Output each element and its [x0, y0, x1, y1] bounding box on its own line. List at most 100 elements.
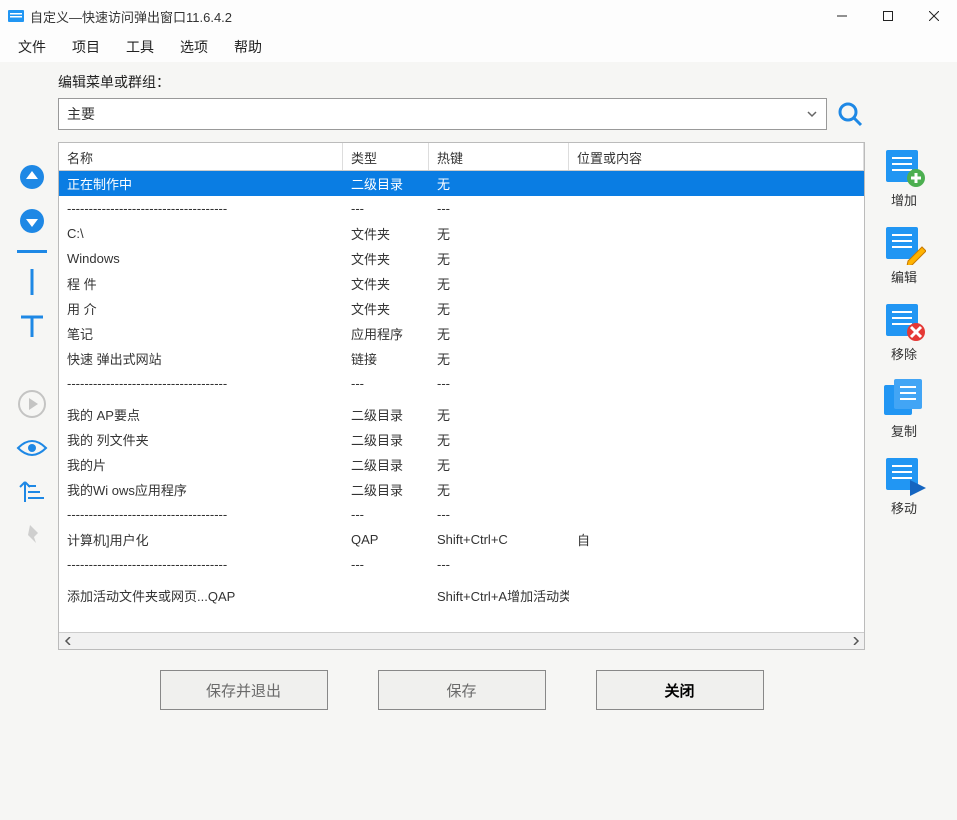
table-row[interactable]: C:\文件夹无 — [59, 221, 864, 246]
table-row[interactable]: 我的 列文件夹二级目录无 — [59, 427, 864, 452]
horizontal-scrollbar[interactable] — [59, 632, 864, 649]
cell-hotkey: 无 — [429, 430, 569, 449]
search-button[interactable] — [835, 99, 865, 129]
cell-name: C:\ — [59, 226, 343, 241]
eye-icon[interactable] — [15, 431, 49, 465]
sort-button[interactable] — [15, 475, 49, 509]
move-label: 移动 — [891, 498, 917, 517]
list-body[interactable]: 正在制作中二级目录无------------------------------… — [59, 171, 864, 632]
list-header: 名称 类型 热键 位置或内容 — [59, 143, 864, 171]
items-list[interactable]: 名称 类型 热键 位置或内容 正在制作中二级目录无---------------… — [58, 142, 865, 650]
edit-label: 编辑 — [891, 267, 917, 286]
scroll-left-icon[interactable] — [59, 633, 76, 650]
menu-tools[interactable]: 工具 — [116, 33, 164, 61]
cell-name: Windows — [59, 251, 343, 266]
move-icon — [882, 456, 926, 496]
table-row[interactable]: ----------------------------------------… — [59, 196, 864, 221]
cell-name: 我的Wi ows应用程序 — [59, 480, 343, 499]
right-toolbar: 增加 编辑 移除 复制 移动 — [865, 72, 943, 722]
move-button[interactable]: 移动 — [869, 450, 939, 525]
menu-help[interactable]: 帮助 — [224, 33, 272, 61]
menu-group-dropdown[interactable]: 主要 — [58, 98, 827, 130]
table-row[interactable]: ----------------------------------------… — [59, 552, 864, 577]
menu-project[interactable]: 项目 — [62, 33, 110, 61]
table-row[interactable]: 我的片 二级目录无 — [59, 452, 864, 477]
cell-name: 快速 弹出式网站 — [59, 349, 343, 368]
separator-icon — [17, 250, 47, 253]
copy-label: 复制 — [891, 421, 917, 440]
left-toolbar — [6, 72, 58, 722]
cell-type: 文件夹 — [343, 274, 429, 293]
cell-type: 二级目录 — [343, 455, 429, 474]
add-button[interactable]: 增加 — [869, 142, 939, 217]
menu-options[interactable]: 选项 — [170, 33, 218, 61]
dropdown-value: 主要 — [67, 104, 95, 124]
cell-type: 二级目录 — [343, 174, 429, 193]
table-row[interactable]: 用 介文件夹无 — [59, 296, 864, 321]
play-button[interactable] — [15, 387, 49, 421]
table-row[interactable]: 正在制作中二级目录无 — [59, 171, 864, 196]
cell-name: 我的片 — [59, 455, 343, 474]
table-row[interactable]: 添加活动文件夹或网页...QAPShift+Ctrl+A增加活动类型文件夹或网页 — [59, 583, 864, 608]
chevron-down-icon — [806, 108, 818, 120]
table-row[interactable]: Windows文件夹无 — [59, 246, 864, 271]
cell-hotkey: 无 — [429, 455, 569, 474]
cell-hotkey: --- — [429, 557, 569, 572]
cell-type: 二级目录 — [343, 480, 429, 499]
cell-hotkey: 无 — [429, 224, 569, 243]
col-hotkey[interactable]: 热键 — [429, 143, 569, 170]
table-row[interactable]: ----------------------------------------… — [59, 371, 864, 396]
close-dialog-button[interactable]: 关闭 — [596, 670, 764, 710]
table-row[interactable]: 计算机]用户化QAPShift+Ctrl+C自 — [59, 527, 864, 552]
close-button[interactable] — [911, 0, 957, 32]
add-icon — [882, 148, 926, 188]
cell-name: 我的 列文件夹 — [59, 430, 343, 449]
save-button[interactable]: 保存 — [378, 670, 546, 710]
maximize-button[interactable] — [865, 0, 911, 32]
cell-type: 二级目录 — [343, 405, 429, 424]
window-title: 自定义—快速访问弹出窗口11.6.4.2 — [30, 7, 232, 26]
cell-hotkey: 无 — [429, 299, 569, 318]
cell-name: ------------------------------------- — [59, 507, 343, 522]
cell-name: 用 介 — [59, 299, 343, 318]
table-row[interactable]: 程 件文件夹无 — [59, 271, 864, 296]
copy-icon — [882, 379, 926, 419]
combo-label: 编辑菜单或群组： — [58, 72, 865, 92]
copy-button[interactable]: 复制 — [869, 373, 939, 448]
cell-name: 正在制作中 — [59, 174, 343, 193]
cell-type: 应用程序 — [343, 324, 429, 343]
cell-name: ------------------------------------- — [59, 201, 343, 216]
col-name[interactable]: 名称 — [59, 143, 343, 170]
move-down-button[interactable] — [15, 204, 49, 238]
cell-name: 笔记 — [59, 324, 343, 343]
table-row[interactable]: 我的Wi ows应用程序二级目录无 — [59, 477, 864, 502]
column-separator-button[interactable] — [15, 265, 49, 299]
col-type[interactable]: 类型 — [343, 143, 429, 170]
cell-type: 文件夹 — [343, 249, 429, 268]
app-icon — [8, 9, 24, 23]
cell-name: 我的 AP要点 — [59, 405, 343, 424]
cell-name: 计算机]用户化 — [59, 530, 343, 549]
col-location[interactable]: 位置或内容 — [569, 143, 864, 170]
text-tool-button[interactable] — [15, 309, 49, 343]
edit-button[interactable]: 编辑 — [869, 219, 939, 294]
cell-name: 添加活动文件夹或网页...QAP — [59, 586, 343, 605]
scroll-right-icon[interactable] — [847, 633, 864, 650]
titlebar: 自定义—快速访问弹出窗口11.6.4.2 — [0, 0, 957, 32]
cell-hotkey: 无 — [429, 324, 569, 343]
move-up-button[interactable] — [15, 160, 49, 194]
cell-hotkey: Shift+Ctrl+C — [429, 532, 569, 547]
save-exit-button[interactable]: 保存并退出 — [160, 670, 328, 710]
menu-file[interactable]: 文件 — [8, 33, 56, 61]
cell-hotkey: 无 — [429, 349, 569, 368]
remove-button[interactable]: 移除 — [869, 296, 939, 371]
cell-name: ------------------------------------- — [59, 557, 343, 572]
cell-type: --- — [343, 376, 429, 391]
pin-icon[interactable] — [15, 519, 49, 553]
table-row[interactable]: 我的 AP要点二级目录无 — [59, 402, 864, 427]
minimize-button[interactable] — [819, 0, 865, 32]
remove-icon — [882, 302, 926, 342]
table-row[interactable]: 笔记应用程序无 — [59, 321, 864, 346]
table-row[interactable]: 快速 弹出式网站链接无 — [59, 346, 864, 371]
table-row[interactable]: ----------------------------------------… — [59, 502, 864, 527]
